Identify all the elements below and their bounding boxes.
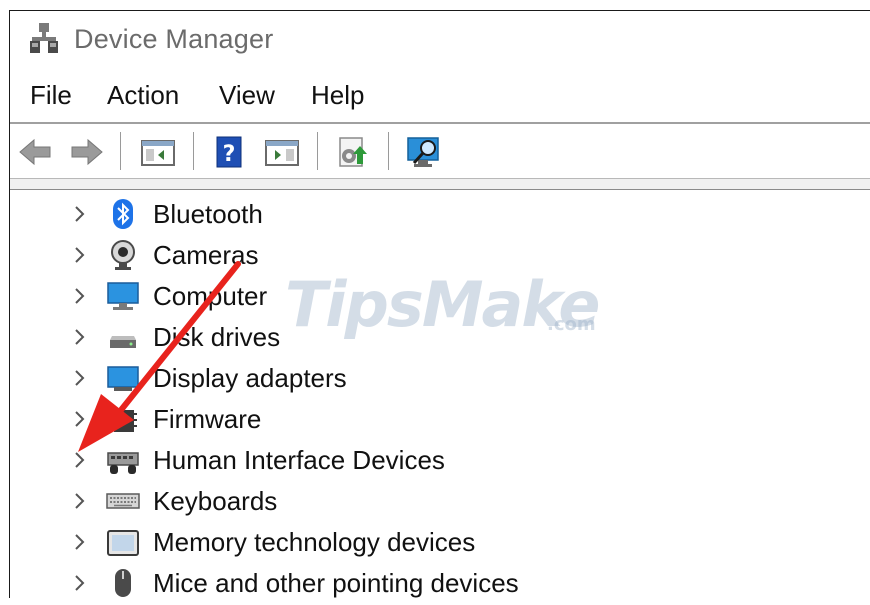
show-hide-console-tree-icon[interactable] bbox=[138, 132, 178, 172]
chevron-right-icon[interactable] bbox=[70, 490, 90, 512]
scan-hardware-icon[interactable] bbox=[404, 132, 444, 172]
camera-icon bbox=[106, 238, 140, 272]
menu-action[interactable]: Action bbox=[107, 80, 179, 111]
tree-node-memory-technology-devices[interactable]: Memory technology devices bbox=[10, 521, 870, 562]
menu-bar: File Action View Help bbox=[10, 72, 870, 118]
tree-node-computer[interactable]: Computer bbox=[10, 275, 870, 316]
toolbar-separator bbox=[317, 132, 318, 170]
bluetooth-icon bbox=[106, 197, 140, 231]
computer-icon bbox=[106, 279, 140, 313]
device-manager-window: Device Manager File Action View Help ? B… bbox=[0, 0, 870, 598]
tree-node-label: Display adapters bbox=[153, 363, 347, 393]
toolbar-separator bbox=[388, 132, 389, 170]
chevron-right-icon[interactable] bbox=[70, 285, 90, 307]
svg-text:?: ? bbox=[223, 142, 236, 167]
tree-node-label: Keyboards bbox=[153, 486, 278, 516]
back-icon[interactable] bbox=[16, 132, 56, 172]
tree-node-keyboards[interactable]: Keyboards bbox=[10, 480, 870, 521]
tree-node-firmware[interactable]: Firmware bbox=[10, 398, 870, 439]
tree-node-mice-and-other-pointing-devices[interactable]: Mice and other pointing devices bbox=[10, 562, 870, 603]
menu-view[interactable]: View bbox=[219, 80, 275, 111]
hid-icon bbox=[106, 443, 140, 477]
tree-node-label: Disk drives bbox=[153, 322, 281, 352]
chevron-right-icon[interactable] bbox=[70, 572, 90, 594]
tree-node-cameras[interactable]: Cameras bbox=[10, 234, 870, 275]
forward-icon[interactable] bbox=[66, 132, 106, 172]
properties-icon[interactable] bbox=[262, 132, 302, 172]
keyboard-icon bbox=[106, 484, 140, 518]
menu-help[interactable]: Help bbox=[311, 80, 364, 111]
firmware-icon bbox=[106, 402, 140, 436]
chevron-right-icon[interactable] bbox=[70, 367, 90, 389]
chevron-right-icon[interactable] bbox=[70, 326, 90, 348]
window-title: Device Manager bbox=[74, 24, 274, 54]
menu-file[interactable]: File bbox=[30, 80, 72, 111]
toolbar: ? bbox=[10, 124, 870, 180]
chevron-right-icon[interactable] bbox=[70, 408, 90, 430]
tree-node-label: Cameras bbox=[153, 240, 259, 270]
chevron-right-icon[interactable] bbox=[70, 203, 90, 225]
pane-gap bbox=[10, 179, 870, 189]
tree-node-label: Firmware bbox=[153, 404, 262, 434]
device-manager-icon bbox=[26, 21, 62, 57]
mouse-icon bbox=[106, 566, 140, 600]
toolbar-separator bbox=[193, 132, 194, 170]
tree-top-border bbox=[10, 189, 870, 190]
tree-node-bluetooth[interactable]: Bluetooth bbox=[10, 193, 870, 234]
tree-node-label: Bluetooth bbox=[153, 199, 263, 229]
title-bar: Device Manager bbox=[10, 11, 870, 66]
memory-device-icon bbox=[106, 525, 140, 559]
update-driver-icon[interactable] bbox=[332, 132, 372, 172]
tree-node-label: Human Interface Devices bbox=[153, 445, 445, 475]
chevron-right-icon[interactable] bbox=[70, 244, 90, 266]
tree-node-human-interface-devices[interactable]: Human Interface Devices bbox=[10, 439, 870, 480]
chevron-right-icon[interactable] bbox=[70, 449, 90, 471]
disk-drive-icon bbox=[106, 320, 140, 354]
chevron-right-icon[interactable] bbox=[70, 531, 90, 553]
tree-node-display-adapters[interactable]: Display adapters bbox=[10, 357, 870, 398]
display-adapter-icon bbox=[106, 361, 140, 395]
tree-node-label: Computer bbox=[153, 281, 268, 311]
tree-node-label: Mice and other pointing devices bbox=[153, 568, 519, 598]
tree-node-label: Memory technology devices bbox=[153, 527, 476, 557]
help-icon[interactable]: ? bbox=[209, 132, 249, 172]
device-tree: Bluetooth Cameras Computer Disk drives D… bbox=[10, 193, 870, 598]
tree-node-disk-drives[interactable]: Disk drives bbox=[10, 316, 870, 357]
toolbar-separator bbox=[120, 132, 121, 170]
